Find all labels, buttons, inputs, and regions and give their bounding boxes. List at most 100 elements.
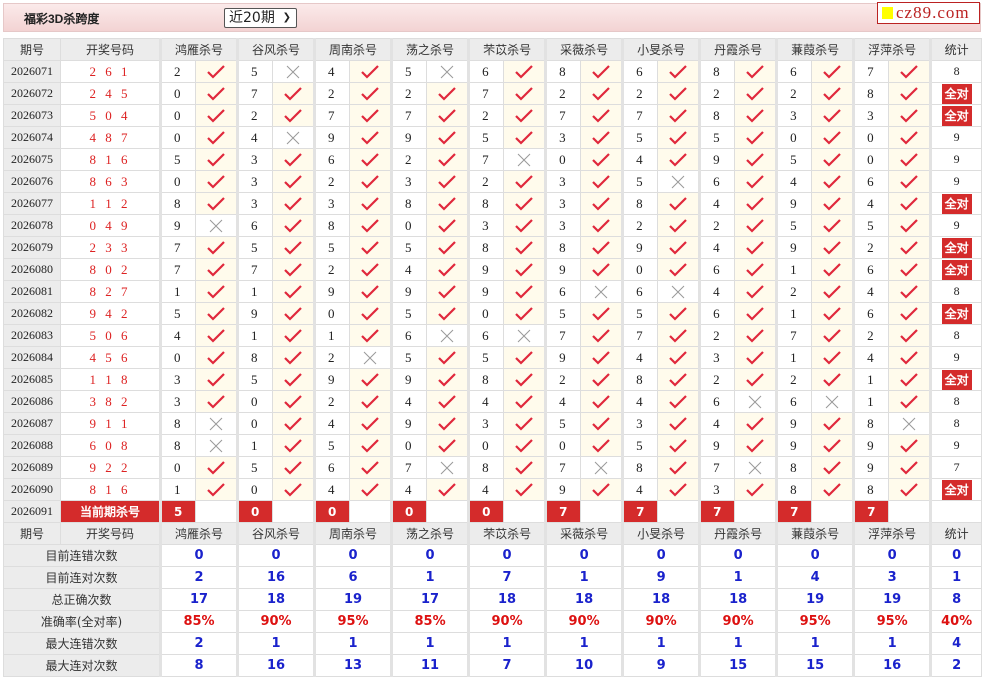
check-icon (361, 328, 379, 343)
miss-mark (657, 280, 701, 303)
check-icon (823, 108, 841, 123)
stat-cell: 全对 (929, 82, 983, 105)
table-row: 2026081 8 2 711999664248 (3, 280, 983, 303)
hit-mark (580, 170, 624, 193)
hit-mark (811, 280, 855, 303)
cross-icon (209, 417, 223, 430)
hit-mark (426, 214, 470, 237)
stats-label: 目前连对次数 (3, 566, 161, 589)
col-header-expert: 谷风杀号 (236, 522, 316, 545)
check-icon (900, 86, 918, 101)
stats-value: 19 (313, 588, 393, 611)
hit-mark (811, 478, 855, 501)
hit-mark (349, 324, 393, 347)
stats-row: 最大连错次数 2 1 1 1 1 1 1 1 1 1 4 (3, 632, 983, 655)
site-logo[interactable]: cz89.com (877, 2, 980, 24)
table-row: 2026090 8 1 6 1 0 4 4 4 9 4 3 8 8 全对 (3, 478, 983, 501)
hit-mark (580, 478, 624, 501)
check-icon (284, 152, 302, 167)
kill-number: 8 (467, 192, 505, 215)
kill-number: 6 (852, 170, 890, 193)
miss-mark (426, 456, 470, 479)
kill-number: 8 (236, 346, 274, 369)
hit-mark (503, 126, 547, 149)
hit-mark (734, 258, 778, 281)
draw-number: 1 1 2 (60, 192, 161, 215)
check-icon (669, 438, 687, 453)
stats-value: 90% (621, 610, 701, 633)
current-kill-number: 7 (852, 500, 890, 523)
issue-number: 2026082 (3, 302, 61, 325)
issue-number: 2026089 (3, 456, 61, 479)
hit-mark (811, 148, 855, 171)
stats-value: 19 (775, 588, 855, 611)
kill-number: 9 (698, 148, 736, 171)
stats-row: 准确率(全对率) 85% 90% 95% 85% 90% 90% 90% 90% 95% 95% 40… (3, 610, 983, 633)
stats-value: 2 (929, 654, 983, 677)
kill-number: 1 (236, 434, 274, 457)
hit-mark (426, 368, 470, 391)
col-header-expert: 谷风杀号 (236, 38, 316, 61)
hit-mark (426, 82, 470, 105)
kill-number: 4 (698, 412, 736, 435)
hit-mark (194, 104, 239, 127)
hit-mark (888, 258, 932, 281)
hit-mark (811, 324, 855, 347)
hit-mark (426, 280, 470, 303)
hit-mark (888, 346, 932, 369)
hit-mark (349, 60, 393, 83)
kill-number: 5 (467, 126, 505, 149)
cross-icon (440, 461, 454, 474)
check-icon (746, 306, 764, 321)
kill-number: 8 (698, 60, 736, 83)
check-icon (592, 240, 610, 255)
hit-mark (349, 214, 393, 237)
issue-number: 2026081 (3, 280, 61, 303)
kill-number: 6 (544, 280, 582, 303)
col-header-expert: 周南杀号 (313, 522, 393, 545)
kill-number: 3 (544, 192, 582, 215)
hit-mark (580, 368, 624, 391)
cross-icon (209, 219, 223, 232)
stats-value: 1 (698, 566, 778, 589)
kill-number: 5 (621, 126, 659, 149)
kill-number: 9 (313, 126, 351, 149)
kill-number: 0 (852, 148, 890, 171)
check-icon (592, 438, 610, 453)
kill-number: 2 (698, 324, 736, 347)
check-icon (746, 130, 764, 145)
hit-mark (349, 478, 393, 501)
miss-mark (349, 346, 393, 369)
stats-value: 0 (544, 544, 624, 567)
stat-cell: 全对 (929, 236, 983, 259)
kill-number: 4 (159, 324, 196, 347)
period-select[interactable]: 近20期 ❯ (224, 8, 297, 28)
check-icon (207, 240, 225, 255)
hit-mark (811, 258, 855, 281)
check-icon (592, 482, 610, 497)
cross-icon (440, 329, 454, 342)
stats-value: 7 (467, 654, 547, 677)
hit-mark (734, 302, 778, 325)
miss-mark (194, 214, 239, 237)
issue-number: 2026074 (3, 126, 61, 149)
col-header-expert: 周南杀号 (313, 38, 393, 61)
hit-mark (734, 368, 778, 391)
check-icon (438, 130, 456, 145)
stats-label: 最大连错次数 (3, 632, 161, 655)
kill-number: 6 (698, 258, 736, 281)
table-row: 2026082 9 4 2 5 9 0 5 0 5 5 6 1 6 全对 (3, 302, 983, 325)
table-row: 2026083 5 0 64 1 1 6 6 7 7 2 7 2 8 (3, 324, 983, 347)
stat-cell: 全对 (929, 478, 983, 501)
empty-mark (426, 500, 470, 523)
stats-value: 1 (852, 632, 932, 655)
stat-cell: 9 (929, 346, 983, 369)
current-kill-number: 7 (698, 500, 736, 523)
check-icon (592, 416, 610, 431)
stats-value: 1 (621, 632, 701, 655)
current-kill-label: 当前期杀号 (60, 500, 161, 523)
stat-cell: 9 (929, 170, 983, 193)
hit-mark (734, 170, 778, 193)
col-header-expert: 小旻杀号 (621, 38, 701, 61)
table-row: 2026075 8 1 653627049509 (3, 148, 983, 171)
